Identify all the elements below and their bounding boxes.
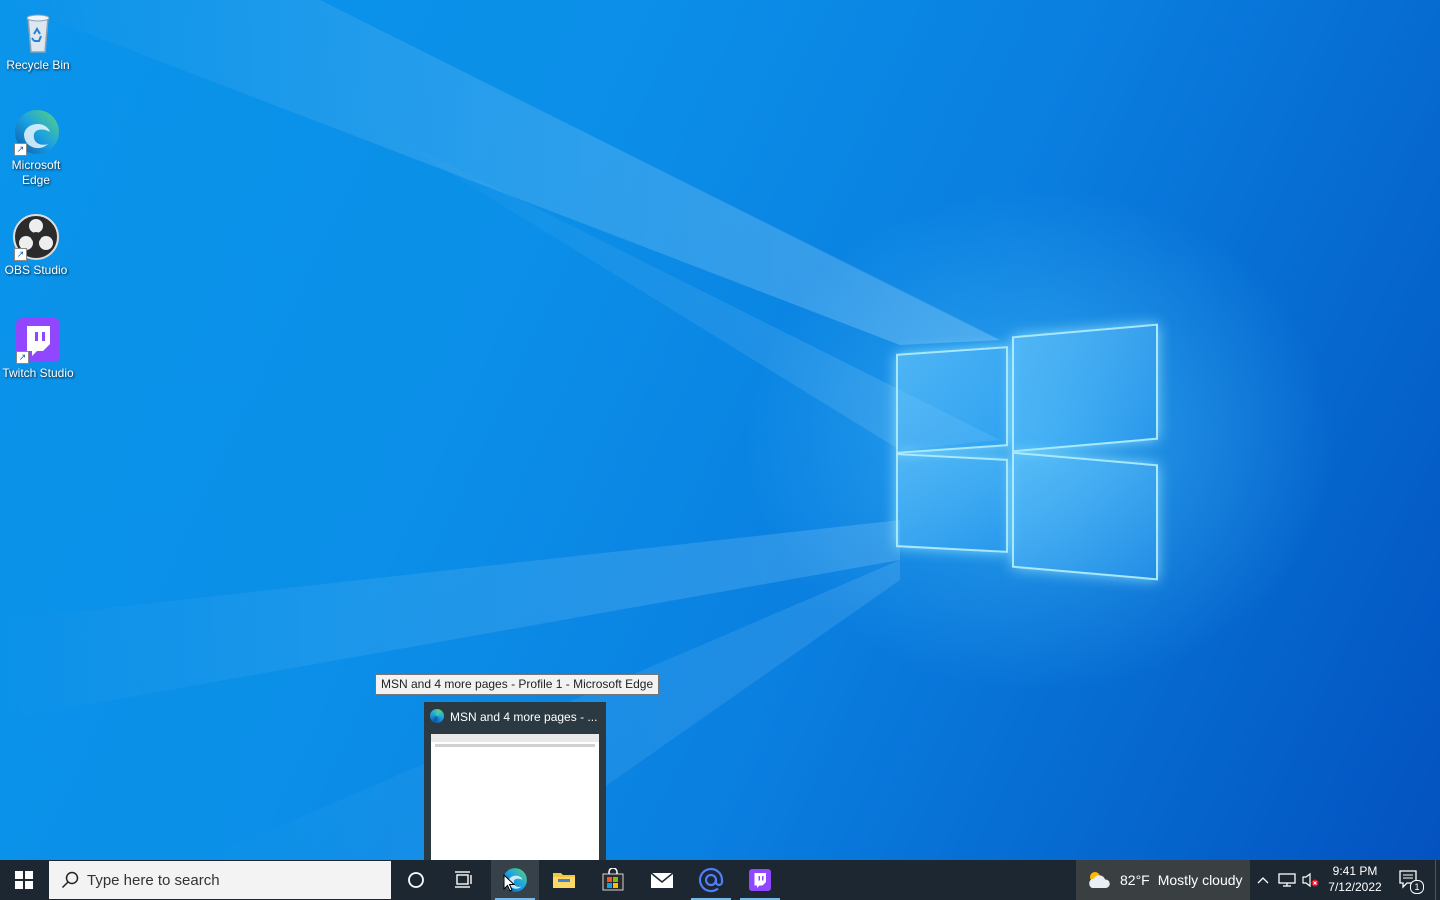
cortana-button[interactable]: [392, 860, 440, 900]
task-view-button[interactable]: [440, 860, 488, 900]
cloudy-weather-icon: [1089, 872, 1110, 888]
edge-window-thumbnail[interactable]: MSN and 4 more pages - ...: [424, 702, 606, 860]
shortcut-arrow-icon: ↗: [14, 248, 27, 261]
weather-widget[interactable]: 82°F Mostly cloudy: [1076, 860, 1250, 900]
windows-start-icon: [15, 871, 33, 889]
clock-date: 7/12/2022: [1328, 880, 1382, 894]
network-tray-button[interactable]: [1275, 860, 1299, 900]
desktop-icon-obs-studio[interactable]: ↗ OBS Studio: [0, 213, 74, 278]
shortcut-arrow-icon: ↗: [16, 351, 29, 364]
search-input[interactable]: [85, 870, 379, 890]
volume-muted-icon: [1302, 872, 1319, 888]
desktop-icon-label: Recycle Bin: [6, 58, 70, 72]
shortcut-arrow-icon: ↗: [14, 143, 27, 156]
twitch-icon: ↗: [14, 316, 62, 364]
taskbar-clock[interactable]: 9:41 PM 7/12/2022: [1320, 860, 1390, 900]
clock-time: 9:41 PM: [1332, 864, 1378, 878]
taskbar-search-box[interactable]: [49, 861, 391, 899]
desktop-wallpaper: Recycle Bin ↗ Microsoft Edge ↗ OBS Studi…: [0, 0, 1440, 860]
start-button[interactable]: [0, 860, 48, 900]
wallpaper-light-beams: [0, 0, 1000, 860]
taskbar-edge-button[interactable]: [491, 860, 539, 900]
mouse-cursor-icon: [503, 874, 515, 892]
desktop-icon-label: Twitch Studio: [2, 366, 74, 380]
edge-icon: [430, 709, 444, 723]
twitch-icon: [749, 869, 771, 891]
notification-count-badge: 1: [1410, 880, 1424, 894]
desktop-icon-twitch-studio[interactable]: ↗ Twitch Studio: [0, 316, 76, 381]
edge-icon: ↗: [12, 108, 60, 156]
desktop-icon-recycle-bin[interactable]: Recycle Bin: [0, 8, 76, 73]
cortana-icon: [408, 872, 424, 888]
thumbnail-toolbar: [435, 744, 595, 747]
thumbnail-title: MSN and 4 more pages - ...: [450, 710, 598, 724]
obs-icon: ↗: [12, 213, 60, 261]
store-icon: [602, 868, 624, 891]
recycle-bin-icon: [14, 8, 62, 56]
weather-temperature: 82°F: [1120, 872, 1150, 888]
taskbar-email-client-button[interactable]: [687, 860, 735, 900]
taskbar-mail-button[interactable]: [638, 860, 686, 900]
action-center-button[interactable]: 1: [1396, 860, 1424, 900]
taskbar-microsoft-store-button[interactable]: [589, 860, 637, 900]
taskbar: 82°F Mostly cloudy 9:41 PM 7/12/2022 1: [0, 860, 1440, 900]
desktop-icon-microsoft-edge[interactable]: ↗ Microsoft Edge: [0, 108, 74, 188]
thumbnail-title-bar: MSN and 4 more pages - ...: [430, 709, 600, 725]
folder-icon: [553, 873, 575, 888]
show-hidden-icons-button[interactable]: [1251, 860, 1275, 900]
desktop-icon-label: Microsoft Edge: [11, 158, 61, 187]
taskbar-tooltip: MSN and 4 more pages - Profile 1 - Micro…: [375, 674, 660, 695]
weather-condition: Mostly cloudy: [1157, 872, 1243, 888]
task-view-icon: [455, 871, 472, 888]
chevron-up-icon: [1257, 877, 1269, 884]
show-desktop-button[interactable]: [1435, 860, 1440, 900]
taskbar-twitch-button[interactable]: [736, 860, 784, 900]
search-icon: [61, 871, 79, 889]
desktop-icon-label: OBS Studio: [4, 263, 68, 277]
thumbnail-preview[interactable]: [431, 734, 599, 860]
mail-icon: [650, 872, 674, 888]
taskbar-file-explorer-button[interactable]: [540, 860, 588, 900]
network-icon: [1278, 873, 1296, 887]
at-sign-icon: [698, 867, 724, 893]
